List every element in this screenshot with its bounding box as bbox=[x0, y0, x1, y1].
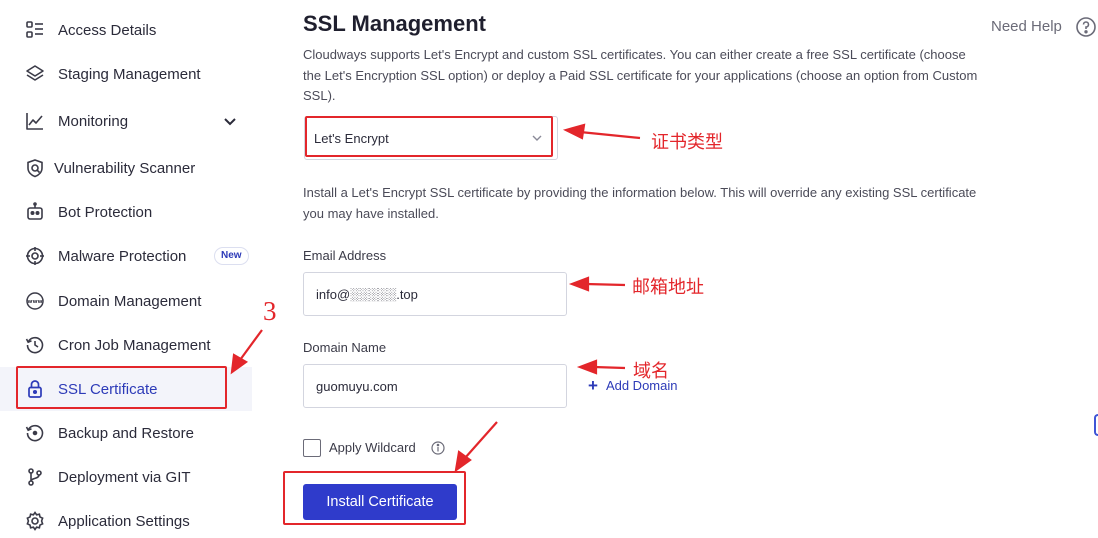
question-circle-icon[interactable] bbox=[1075, 16, 1097, 38]
plus-icon: + bbox=[588, 375, 598, 395]
annotation-box-ssl-certificate bbox=[16, 366, 227, 409]
domain-label: Domain Name bbox=[303, 340, 387, 355]
need-help-link[interactable]: Need Help bbox=[991, 18, 1062, 35]
git-branch-icon bbox=[24, 466, 46, 488]
sidebar-item-malware-protection[interactable]: Malware Protection New bbox=[0, 234, 252, 278]
www-globe-icon: www bbox=[24, 290, 46, 312]
shield-scan-icon bbox=[24, 157, 46, 179]
sidebar-item-label: Domain Management bbox=[58, 292, 202, 310]
page-title: SSL Management bbox=[303, 11, 486, 36]
sidebar-item-cron-job-management[interactable]: Cron Job Management bbox=[0, 323, 252, 367]
annotation-domain: 域名 bbox=[633, 361, 669, 381]
annotation-box-install bbox=[283, 471, 466, 525]
sidebar-item-bot-protection[interactable]: Bot Protection bbox=[0, 190, 252, 234]
sidebar-item-vulnerability-scanner[interactable]: Vulnerability Scanner bbox=[0, 146, 252, 190]
sidebar-item-label: Application Settings bbox=[58, 512, 190, 530]
sidebar-item-label: Vulnerability Scanner bbox=[54, 159, 196, 177]
sidebar-item-staging-management[interactable]: Staging Management bbox=[0, 52, 252, 96]
email-field[interactable] bbox=[303, 272, 567, 316]
sidebar-item-backup-and-restore[interactable]: Backup and Restore bbox=[0, 411, 252, 455]
sidebar: Access Details Staging Management Monito… bbox=[0, 0, 252, 538]
apply-wildcard-checkbox[interactable] bbox=[303, 439, 321, 457]
sidebar-item-deployment-via-git[interactable]: Deployment via GIT bbox=[0, 455, 252, 499]
apply-wildcard-label: Apply Wildcard bbox=[329, 440, 416, 455]
scroll-edge-handle[interactable] bbox=[1094, 414, 1098, 436]
sidebar-item-label: Deployment via GIT bbox=[58, 468, 191, 486]
install-description: Install a Let's Encrypt SSL certificate … bbox=[303, 185, 977, 221]
sidebar-item-application-settings[interactable]: Application Settings bbox=[0, 499, 252, 538]
target-icon bbox=[24, 245, 46, 267]
sidebar-item-access-details[interactable]: Access Details bbox=[0, 8, 252, 52]
sidebar-item-label: Backup and Restore bbox=[58, 424, 194, 442]
history-clock-icon bbox=[24, 334, 46, 356]
sidebar-item-label: Monitoring bbox=[58, 112, 129, 130]
sidebar-item-label: Access Details bbox=[58, 21, 157, 39]
sidebar-item-label: Cron Job Management bbox=[58, 336, 211, 354]
layers-icon bbox=[24, 63, 46, 85]
chevron-down-icon[interactable] bbox=[222, 113, 238, 129]
info-icon[interactable] bbox=[431, 441, 445, 455]
email-label: Email Address bbox=[303, 248, 387, 263]
sidebar-item-domain-management[interactable]: www Domain Management bbox=[0, 279, 252, 323]
annotation-box-ssl-type bbox=[305, 116, 553, 157]
sidebar-item-monitoring[interactable]: Monitoring bbox=[0, 99, 252, 143]
new-badge: New bbox=[214, 247, 249, 265]
domain-name-field[interactable] bbox=[303, 364, 567, 408]
access-details-icon bbox=[24, 19, 46, 41]
gear-icon bbox=[24, 510, 46, 532]
restore-icon bbox=[24, 422, 46, 444]
robot-icon bbox=[24, 201, 46, 223]
svg-text:www: www bbox=[27, 299, 42, 305]
sidebar-item-label: Staging Management bbox=[58, 65, 201, 83]
annotation-cert-type: 证书类型 bbox=[651, 132, 723, 152]
line-chart-icon bbox=[24, 110, 46, 132]
annotation-step-number: 3 bbox=[263, 296, 277, 326]
annotation-email: 邮箱地址 bbox=[632, 277, 704, 297]
ssl-description: Cloudways supports Let's Encrypt and cus… bbox=[303, 47, 978, 103]
sidebar-item-label: Bot Protection bbox=[58, 203, 153, 221]
sidebar-item-label: Malware Protection bbox=[58, 247, 187, 265]
